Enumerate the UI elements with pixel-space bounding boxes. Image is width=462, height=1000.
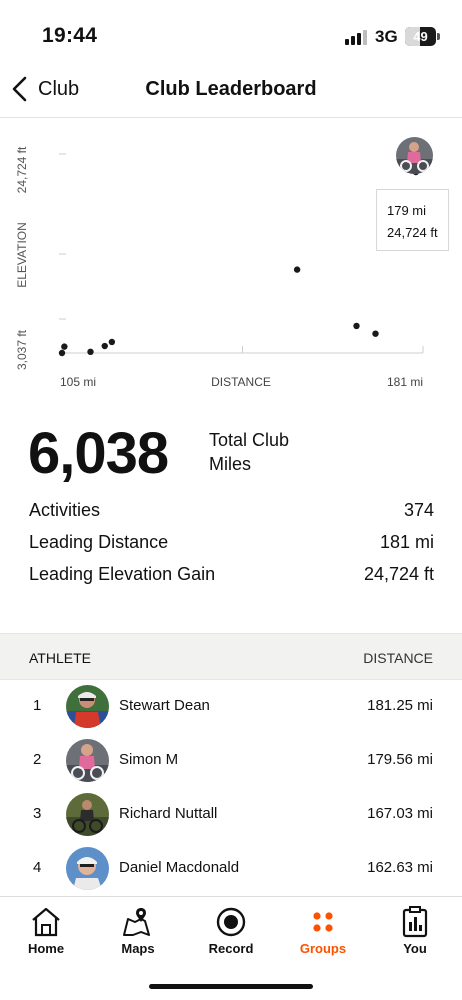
chart-points (58, 168, 420, 357)
y-axis-label: ELEVATION (15, 222, 29, 288)
athlete-distance: 181.25 mi (367, 697, 433, 714)
stat-label: Leading Distance (29, 532, 169, 552)
home-indicator (149, 984, 313, 989)
groups-icon (313, 912, 333, 932)
data-point[interactable] (293, 266, 301, 273)
data-point[interactable] (101, 342, 108, 350)
total-club-miles-label: Total Club Miles (209, 430, 290, 474)
avatar[interactable] (66, 739, 109, 782)
scatter-plot[interactable]: 3,037 ft ELEVATION 24,724 ft 105 mi DIST… (0, 118, 462, 400)
tab-maps-label: Maps (121, 941, 155, 956)
maps-icon (123, 908, 150, 936)
row-rank: 1 (33, 697, 42, 714)
table-row[interactable]: 1 Stewart Dean 181.25 mi (0, 680, 462, 734)
chart-tooltip: 179 mi 24,724 ft (376, 189, 449, 251)
table-row[interactable]: 4 Daniel Macdonald 162.63 mi (0, 842, 462, 896)
table-row[interactable]: 2 Simon M 179.56 mi (0, 734, 462, 788)
stat-label: Leading Elevation Gain (29, 564, 216, 584)
stat-value: 374 (403, 500, 434, 520)
page-title: Club Leaderboard (145, 78, 317, 100)
total-club-miles-value: 6,038 (28, 421, 169, 486)
network-type: 3G (375, 27, 398, 46)
athlete-name[interactable]: Daniel Macdonald (119, 859, 239, 876)
home-icon (32, 907, 60, 937)
stat-label: Activities (29, 500, 101, 520)
avatar-photo (66, 847, 109, 890)
athlete-distance: 162.63 mi (367, 859, 433, 876)
avatar-photo (396, 137, 433, 174)
stat-leading-elevation: Leading Elevation Gain 24,724 ft (29, 564, 434, 585)
tooltip-distance: 179 mi (387, 203, 427, 218)
avatar[interactable] (66, 685, 109, 728)
stat-value: 24,724 ft (363, 564, 434, 584)
x-axis-label: DISTANCE (211, 375, 271, 389)
row-rank: 2 (33, 751, 42, 768)
chart-grid (59, 153, 424, 354)
athlete-name[interactable]: Stewart Dean (119, 697, 210, 714)
signal-icon (345, 29, 369, 45)
avatar-photo (66, 739, 109, 782)
tab-you-label: You (403, 941, 427, 956)
row-rank: 3 (33, 805, 42, 822)
record-icon (216, 907, 246, 937)
avatar[interactable] (66, 793, 109, 836)
nav-bar: Club Club Leaderboard (0, 62, 462, 118)
highlight-athlete-avatar[interactable] (396, 137, 433, 174)
battery-level: 49 (413, 29, 428, 44)
tab-you[interactable]: You (375, 905, 455, 956)
stat-leading-distance: Leading Distance 181 mi (29, 532, 434, 553)
data-point[interactable] (372, 330, 379, 337)
data-point[interactable] (87, 348, 94, 356)
avatar[interactable] (66, 847, 109, 890)
status-time: 19:44 (42, 24, 98, 47)
y-tick-label-high: 24,724 ft (15, 146, 29, 193)
avatar-photo (66, 685, 109, 728)
tooltip-elevation: 24,724 ft (387, 225, 438, 240)
tab-maps[interactable]: Maps (98, 905, 178, 956)
tab-groups-label: Groups (299, 941, 347, 956)
data-point[interactable] (108, 338, 116, 346)
distance-column-header: DISTANCE (363, 650, 433, 666)
tab-groups[interactable]: Groups (283, 905, 363, 956)
leaderboard-chart: 3,037 ft ELEVATION 24,724 ft 105 mi DIST… (0, 118, 462, 400)
athlete-column-header: ATHLETE (29, 650, 91, 666)
leaderboard-header: ATHLETE DISTANCE (0, 633, 462, 680)
athlete-name[interactable]: Richard Nuttall (119, 805, 217, 822)
battery-tip (437, 33, 440, 40)
athlete-distance: 167.03 mi (367, 805, 433, 822)
athlete-distance: 179.56 mi (367, 751, 433, 768)
status-bar: 19:44 3G 49 (0, 0, 462, 62)
profile-stats-icon (402, 906, 428, 938)
data-point[interactable] (353, 322, 360, 330)
battery-icon: 49 (405, 27, 436, 46)
x-tick-label-high: 181 mi (387, 375, 423, 389)
stat-value: 181 mi (379, 532, 434, 552)
data-point[interactable] (61, 343, 68, 350)
data-point[interactable] (58, 349, 66, 357)
stat-activities: Activities 374 (29, 500, 434, 521)
table-row[interactable]: 3 Richard Nuttall 167.03 mi (0, 788, 462, 842)
tab-home[interactable]: Home (6, 905, 86, 956)
row-rank: 4 (33, 859, 42, 876)
tab-home-label: Home (27, 941, 65, 956)
athlete-name[interactable]: Simon M (119, 751, 178, 768)
tab-record[interactable]: Record (191, 905, 271, 956)
y-tick-label-low: 3,037 ft (15, 329, 29, 370)
x-tick-label-low: 105 mi (60, 375, 96, 389)
tab-record-label: Record (208, 941, 254, 956)
avatar-photo (66, 793, 109, 836)
